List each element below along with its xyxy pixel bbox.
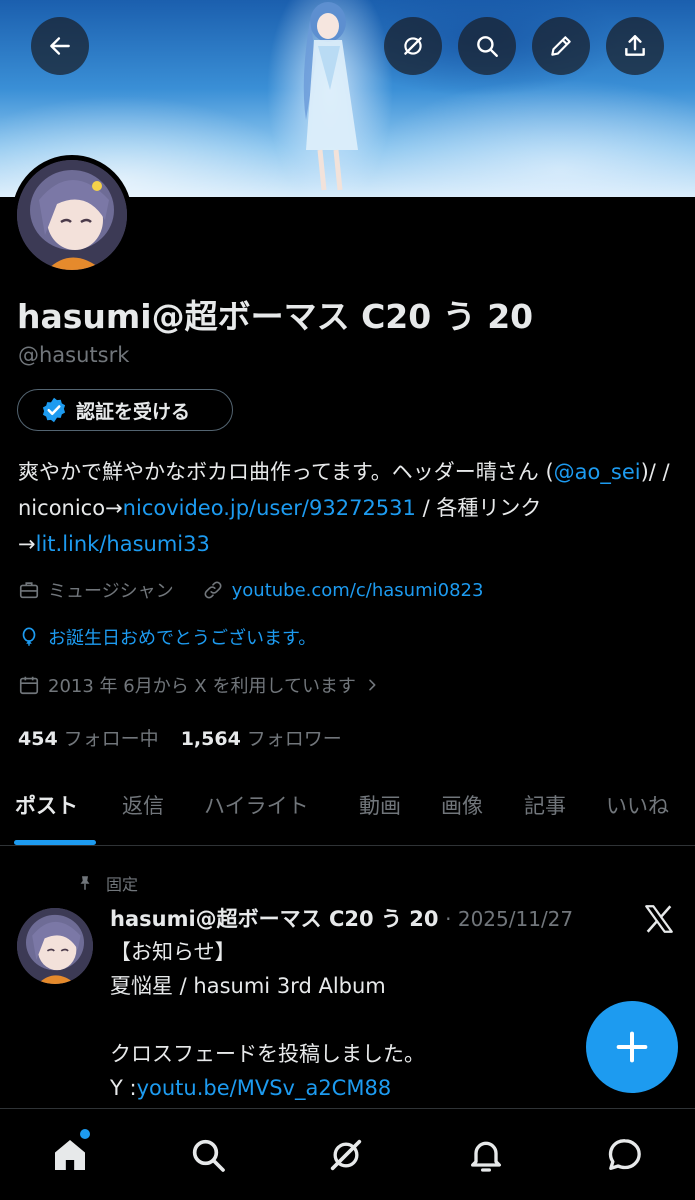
back-button[interactable] (31, 17, 89, 75)
user-handle: @hasutsrk (18, 343, 130, 367)
search-icon (192, 1139, 225, 1172)
follow-counts: 454 フォロー中 1,564 フォロワー (18, 724, 342, 751)
pinned-indicator: 固定 (76, 871, 138, 895)
profile-avatar[interactable] (12, 155, 132, 275)
balloon-icon (22, 627, 36, 646)
joined-date: 2013 年 6月から X を利用しています (48, 676, 356, 697)
grok-icon (330, 1139, 362, 1171)
edit-button[interactable] (532, 17, 590, 75)
verified-badge-icon (42, 397, 66, 423)
post-line: 【お知らせ】 (110, 940, 236, 964)
tab-photos[interactable]: 画像 (441, 790, 483, 820)
post-timestamp[interactable]: · 2025/11/27 (445, 907, 573, 931)
link-icon (204, 581, 222, 599)
notifications-icon (471, 1141, 501, 1172)
plus-icon (616, 1031, 648, 1063)
followers-label: フォロワー (246, 728, 342, 750)
profile-meta-category: ミュージシャン youtube.com/c/hasumi0823 (18, 577, 483, 603)
x-logo-icon (645, 905, 673, 933)
tab-articles[interactable]: 記事 (524, 790, 566, 820)
nav-messages[interactable] (603, 1133, 647, 1177)
chevron-right-icon (369, 679, 376, 691)
nav-search[interactable] (186, 1133, 230, 1177)
display-name: hasumi@超ボーマス C20 う 20 (17, 297, 534, 336)
profile-tabs: ポスト 返信 ハイライト 動画 画像 記事 いいね (0, 778, 695, 846)
followers-count: 1,564 (180, 728, 241, 750)
share-icon (625, 35, 645, 56)
tab-replies[interactable]: 返信 (122, 790, 164, 820)
post-youtube-link[interactable]: youtu.be/MVSv_a2CM88 (137, 1076, 392, 1100)
nav-home[interactable] (48, 1133, 92, 1177)
post-author-avatar[interactable] (17, 908, 93, 984)
avatar-illustration (17, 160, 127, 270)
compose-post-button[interactable] (586, 1001, 678, 1093)
avatar-illustration (17, 908, 93, 984)
nav-grok[interactable] (324, 1133, 368, 1177)
profile-bio: 爽やかで鮮やかなボカロ曲作ってます。ヘッダー晴さん (@ao_sei)/ / n… (18, 454, 678, 562)
search-icon (477, 36, 498, 57)
post-link-line: Y :youtu.be/MVSv_a2CM88 (110, 1071, 670, 1105)
following-label: フォロー中 (63, 728, 159, 750)
tab-highlights[interactable]: ハイライト (204, 790, 309, 820)
post-link-prefix: Y : (110, 1076, 137, 1100)
bio-litlink-link[interactable]: lit.link/hasumi33 (36, 532, 210, 556)
tab-videos[interactable]: 動画 (359, 790, 401, 820)
bottom-navigation (0, 1108, 695, 1200)
edit-icon (551, 36, 571, 56)
pinned-label: 固定 (106, 875, 139, 894)
calendar-icon (19, 676, 39, 695)
bio-mention-link[interactable]: @ao_sei (554, 460, 641, 484)
post-author-name[interactable]: hasumi@超ボーマス C20 う 20 (110, 907, 438, 931)
active-tab-indicator (14, 840, 96, 845)
search-button[interactable] (458, 17, 516, 75)
messages-icon (608, 1139, 641, 1170)
website-link[interactable]: youtube.com/c/hasumi0823 (232, 580, 484, 601)
tab-posts[interactable]: ポスト (15, 790, 78, 820)
grok-button[interactable] (384, 17, 442, 75)
arrow-left-icon (50, 37, 70, 55)
post-header: hasumi@超ボーマス C20 う 20 · 2025/11/27 (110, 903, 573, 933)
nav-notifications[interactable] (464, 1133, 508, 1177)
get-verified-button[interactable]: 認証を受ける (17, 389, 233, 431)
home-icon (55, 1140, 85, 1170)
grok-icon (404, 37, 422, 55)
post-line-blank (110, 1003, 670, 1037)
tab-likes[interactable]: いいね (606, 790, 669, 820)
share-button[interactable] (606, 17, 664, 75)
following-count: 454 (18, 728, 58, 750)
profile-meta-birthday: お誕生日おめでとうございます。 (18, 624, 316, 650)
post-text: 【お知らせ】 夏悩星 / hasumi 3rd Album クロスフェードを投稿… (110, 935, 670, 1105)
followers-link[interactable]: 1,564 フォロワー (181, 728, 342, 750)
profile-meta-joined[interactable]: 2013 年 6月から X を利用しています (18, 672, 388, 698)
briefcase-icon (19, 582, 39, 599)
category-label: ミュージシャン (48, 581, 174, 602)
bio-text: 爽やかで鮮やかなボカロ曲作ってます。ヘッダー晴さん ( (18, 460, 554, 484)
pin-icon (80, 876, 90, 890)
birthday-text: お誕生日おめでとうございます。 (48, 628, 317, 649)
post-line: 夏悩星 / hasumi 3rd Album (110, 974, 386, 998)
following-link[interactable]: 454 フォロー中 (18, 728, 159, 750)
bio-niconico-link[interactable]: nicovideo.jp/user/93272531 (123, 496, 416, 520)
notification-dot (80, 1129, 90, 1139)
get-verified-label: 認証を受ける (76, 400, 191, 423)
